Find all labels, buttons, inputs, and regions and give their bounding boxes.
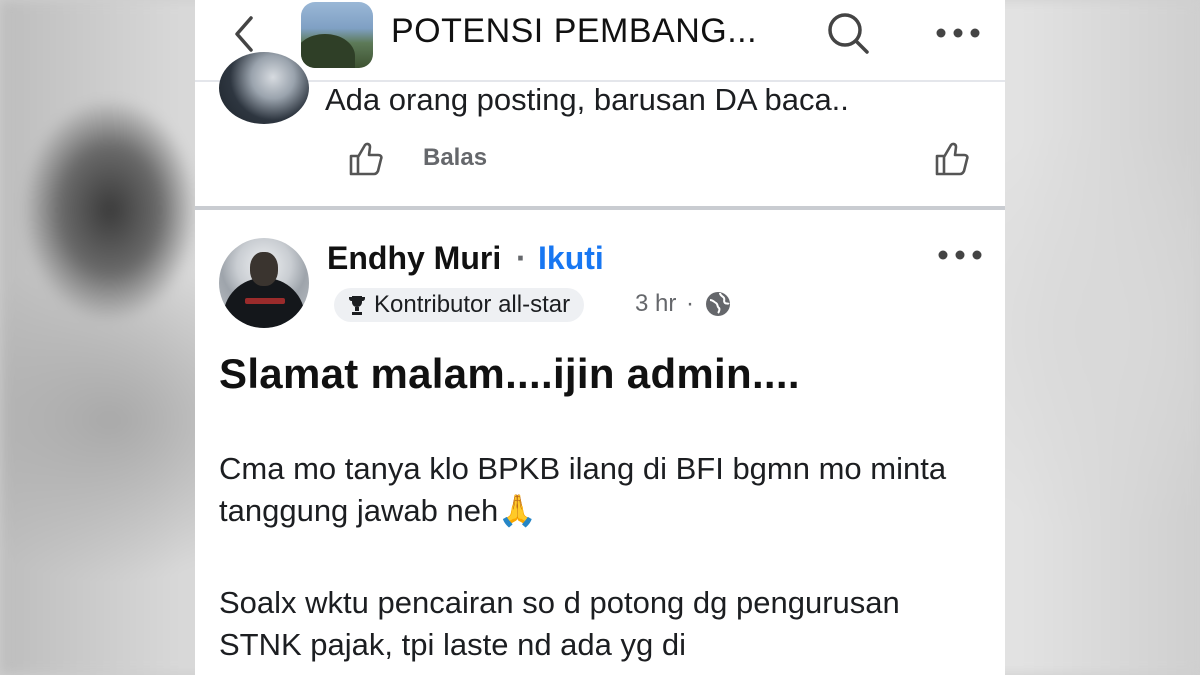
chevron-left-icon [235, 16, 253, 52]
avatar-shirt-logo [245, 298, 285, 304]
author-name[interactable]: Endhy Muri [327, 240, 501, 277]
post-heading: Slamat malam....ijin admin.... [219, 350, 800, 397]
contributor-badge[interactable]: Kontributor all-star [334, 288, 585, 322]
group-title[interactable]: POTENSI PEMBANG... [391, 12, 757, 51]
search-icon [828, 13, 869, 54]
more-options-button[interactable] [933, 18, 983, 48]
comment-like-button[interactable] [347, 140, 385, 178]
phone-screen: POTENSI PEMBANG... Ada orang posting, ba… [195, 0, 1005, 675]
more-horizontal-icon [936, 28, 980, 38]
search-button[interactable] [825, 10, 871, 56]
back-button[interactable] [225, 12, 265, 56]
post-paragraph: Cma mo tanya klo BPKB ilang di BFI bgmn … [219, 451, 947, 528]
trophy-icon [349, 296, 365, 315]
previous-comment: Ada orang posting, barusan DA baca.. Bal… [195, 52, 1005, 206]
thumbs-up-icon [349, 142, 383, 176]
time-separator: · [686, 290, 694, 317]
more-horizontal-icon [938, 250, 982, 260]
badge-label: Kontributor all-star [374, 291, 571, 318]
avatar-head [250, 252, 278, 286]
comment-avatar[interactable] [219, 52, 309, 124]
thumbnail-hill [301, 34, 355, 68]
reply-button[interactable]: Balas [423, 144, 487, 172]
post-timestamp[interactable]: 3 hr [635, 290, 676, 318]
name-separator: · [516, 240, 527, 276]
follow-button[interactable]: Ikuti [538, 240, 604, 277]
top-bar: POTENSI PEMBANG... [195, 0, 1005, 82]
author-avatar[interactable] [219, 238, 309, 328]
comment-text: Ada orang posting, barusan DA baca.. [325, 82, 849, 117]
post-options-button[interactable] [935, 242, 985, 268]
post: Endhy Muri · Ikuti Kontributor all-star … [195, 210, 1005, 675]
group-cover-thumbnail[interactable] [301, 2, 373, 68]
thumbs-up-icon [935, 142, 969, 176]
post-paragraph: Soalx wktu pencairan so d potong dg peng… [219, 585, 900, 662]
comment-react-button[interactable] [933, 140, 971, 178]
globe-icon [706, 292, 730, 316]
